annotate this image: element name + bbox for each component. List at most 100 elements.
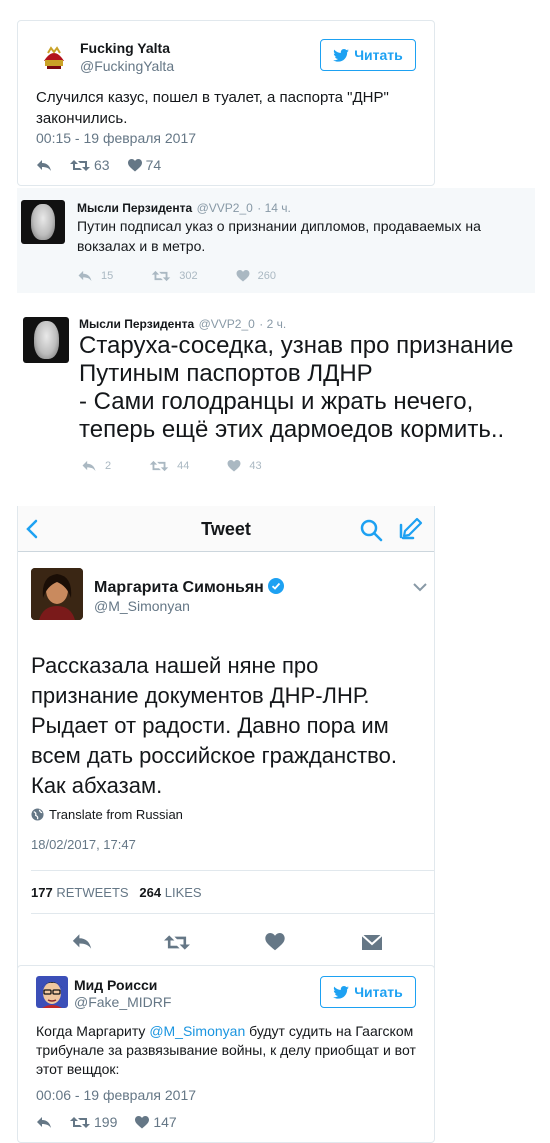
like-button[interactable]: 74 bbox=[127, 157, 162, 173]
tweet-card-fucking-yalta: Fucking Yalta @FuckingYalta Читать Случи… bbox=[17, 20, 435, 186]
avatar[interactable] bbox=[36, 39, 72, 75]
avatar[interactable] bbox=[31, 568, 83, 620]
heart-icon bbox=[227, 460, 241, 472]
author-name[interactable]: Fucking Yalta bbox=[80, 40, 170, 56]
retweet-icon bbox=[70, 159, 90, 171]
like-count: 147 bbox=[153, 1114, 177, 1130]
retweets-label[interactable]: RETWEETS bbox=[56, 885, 128, 900]
heart-icon bbox=[135, 1115, 150, 1128]
author-name[interactable]: Маргарита Симоньян bbox=[94, 578, 285, 597]
ios-tweet-screen: Tweet Маргарита Симоньян @M_Simonyan Рас… bbox=[17, 506, 435, 968]
retweet-button[interactable]: 44 bbox=[149, 460, 189, 472]
follow-label: Читать bbox=[354, 984, 403, 1000]
avatar[interactable] bbox=[36, 976, 68, 1008]
mention-link[interactable]: @M_Simonyan bbox=[149, 1023, 245, 1039]
retweet-button[interactable]: 63 bbox=[70, 157, 110, 173]
heart-icon bbox=[127, 158, 142, 171]
tweet-header: Мысли Перзидента @VVP2_0 · 14 ч. bbox=[77, 199, 291, 217]
like-count: 74 bbox=[145, 157, 162, 173]
tweet-text: Старуха-соседка, узнав про признание Пут… bbox=[79, 332, 514, 443]
tweet-text: Рассказала нашей няне про признание доку… bbox=[31, 653, 397, 798]
author-name[interactable]: Мысли Перзидента bbox=[79, 317, 194, 331]
like-count: 260 bbox=[257, 270, 276, 282]
tweet-actions: 63 74 bbox=[36, 157, 179, 173]
retweet-icon bbox=[152, 270, 171, 282]
like-count: 43 bbox=[249, 460, 262, 472]
like-button[interactable]: 147 bbox=[135, 1114, 177, 1130]
retweet-button[interactable]: 302 bbox=[151, 270, 198, 282]
reply-icon bbox=[37, 159, 51, 171]
tweet-date[interactable]: 00:06 - 19 февраля 2017 bbox=[36, 1087, 196, 1103]
tweet-stats: 177 RETWEETS 264 LIKES bbox=[31, 885, 202, 900]
follow-button[interactable]: Читать bbox=[320, 976, 416, 1008]
heart-icon bbox=[236, 270, 250, 282]
tweet-card-mid-roissi: Мид Роисси @Fake_MIDRF Читать Когда Марг… bbox=[17, 965, 435, 1143]
search-icon[interactable] bbox=[359, 518, 383, 542]
reply-button[interactable] bbox=[36, 159, 52, 172]
tweet-card-vvp-2: Мысли Перзидента @VVP2_0 · 2 ч. Старуха-… bbox=[17, 305, 535, 485]
reply-icon bbox=[82, 460, 96, 472]
twitter-bird-icon bbox=[333, 48, 350, 62]
action-bar bbox=[18, 929, 436, 955]
retweet-icon bbox=[70, 1116, 90, 1128]
globe-icon bbox=[31, 808, 44, 821]
direct-message-icon[interactable] bbox=[361, 934, 383, 951]
retweet-count: 302 bbox=[179, 270, 198, 282]
compose-icon[interactable] bbox=[399, 517, 425, 541]
avatar[interactable] bbox=[23, 317, 69, 363]
author-name[interactable]: Мид Роисси bbox=[74, 977, 157, 993]
reply-button[interactable]: 15 bbox=[77, 270, 113, 282]
tweet-time[interactable]: · 2 ч. bbox=[259, 317, 286, 331]
reply-icon bbox=[78, 270, 92, 282]
translate-label: Translate from Russian bbox=[49, 807, 183, 822]
tweet-date[interactable]: 00:15 - 19 февраля 2017 bbox=[36, 130, 196, 146]
nav-bar: Tweet bbox=[18, 506, 434, 552]
retweet-button[interactable]: 199 bbox=[70, 1114, 117, 1130]
tweet-text: Когда Маргариту @M_Simonyan будут судить… bbox=[36, 1022, 421, 1079]
reply-button[interactable]: 2 bbox=[81, 460, 111, 472]
face-mask-image bbox=[34, 321, 59, 359]
tweet-date: 18/02/2017, 17:47 bbox=[31, 837, 136, 852]
verified-badge-icon bbox=[268, 578, 285, 594]
reply-count: 15 bbox=[101, 270, 114, 282]
likes-count[interactable]: 264 bbox=[139, 885, 161, 900]
divider bbox=[31, 870, 435, 871]
retweet-count: 199 bbox=[94, 1114, 118, 1130]
tweet-actions: 15 302 260 bbox=[77, 270, 314, 282]
reply-button[interactable] bbox=[36, 1116, 52, 1129]
tweet-text: Путин подписал указ о признании дипломов… bbox=[77, 218, 481, 254]
reply-count: 2 bbox=[105, 460, 112, 472]
author-handle[interactable]: @M_Simonyan bbox=[94, 598, 190, 614]
reply-icon bbox=[37, 1116, 51, 1128]
author-handle[interactable]: @VVP2_0 bbox=[197, 201, 253, 215]
retweet-icon bbox=[149, 460, 169, 472]
translate-link[interactable]: Translate from Russian bbox=[31, 807, 183, 822]
author-handle[interactable]: @VVP2_0 bbox=[199, 317, 255, 331]
tweet-actions: 199 147 bbox=[36, 1114, 195, 1130]
tweet-time[interactable]: · 14 ч. bbox=[257, 201, 291, 215]
author-name[interactable]: Мысли Перзидента bbox=[77, 201, 192, 215]
chevron-down-icon[interactable] bbox=[413, 583, 427, 592]
reply-icon[interactable] bbox=[71, 933, 93, 950]
author-handle[interactable]: @Fake_MIDRF bbox=[74, 994, 171, 1010]
like-button[interactable]: 260 bbox=[236, 270, 276, 282]
divider bbox=[31, 913, 435, 914]
tweet-card-vvp-1: Мысли Перзидента @VVP2_0 · 14 ч. Путин п… bbox=[17, 188, 535, 293]
heart-icon[interactable] bbox=[265, 933, 285, 951]
author-name-text: Маргарита Симоньян bbox=[94, 579, 264, 596]
author-handle[interactable]: @FuckingYalta bbox=[80, 58, 174, 74]
likes-label[interactable]: LIKES bbox=[165, 885, 202, 900]
retweet-icon[interactable] bbox=[164, 934, 190, 951]
tweet-actions: 2 44 43 bbox=[81, 460, 300, 472]
follow-label: Читать bbox=[354, 47, 403, 63]
text-before: Когда Маргариту bbox=[36, 1023, 150, 1039]
retweet-count: 63 bbox=[94, 157, 110, 173]
twitter-bird-icon bbox=[333, 985, 350, 999]
retweet-count: 44 bbox=[177, 460, 190, 472]
avatar[interactable] bbox=[21, 200, 65, 244]
retweets-count[interactable]: 177 bbox=[31, 885, 53, 900]
tweet-header: Мысли Перзидента @VVP2_0 · 2 ч. bbox=[79, 315, 286, 333]
face-mask-image bbox=[31, 204, 55, 240]
like-button[interactable]: 43 bbox=[227, 460, 262, 472]
follow-button[interactable]: Читать bbox=[320, 39, 416, 71]
